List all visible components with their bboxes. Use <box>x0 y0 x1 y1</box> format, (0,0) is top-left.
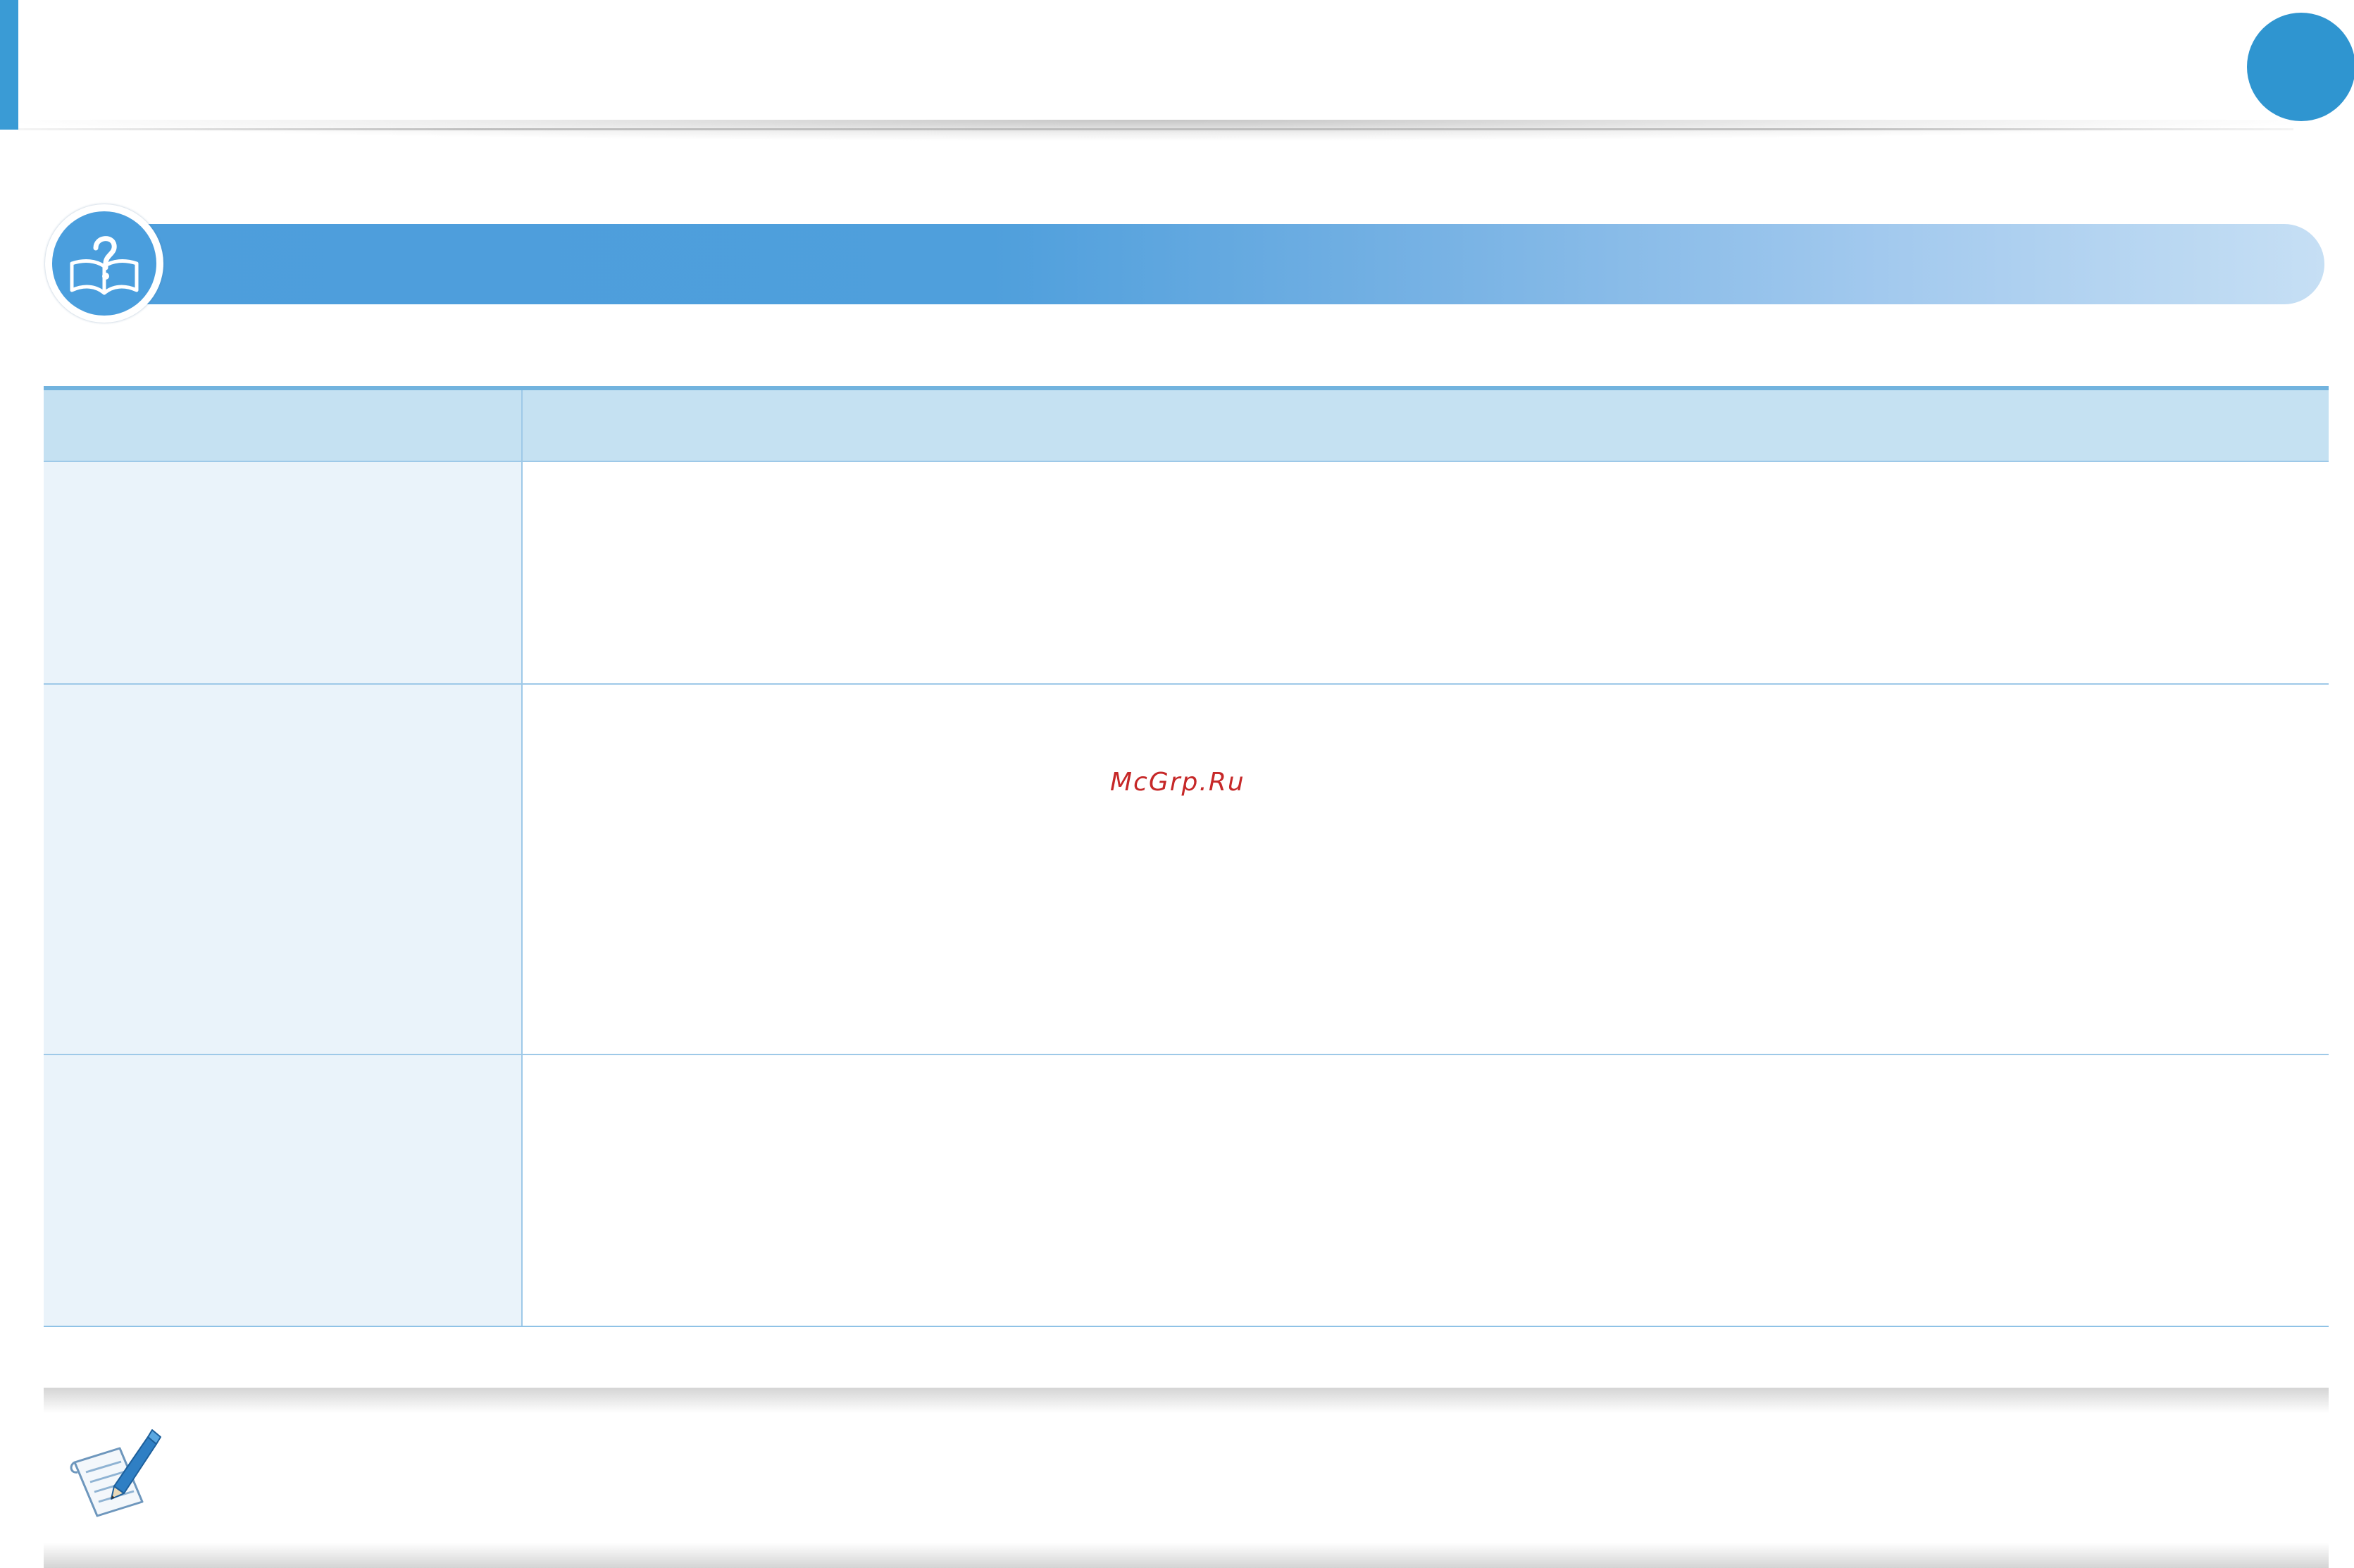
table-header-col-2 <box>523 390 2329 461</box>
section-banner <box>106 224 2324 304</box>
note-top-shadow <box>44 1388 2329 1413</box>
header-divider <box>18 128 2293 130</box>
table-row <box>44 685 2329 1055</box>
table-row <box>44 462 2329 685</box>
table-header-row <box>44 390 2329 462</box>
table-row-content <box>523 685 2329 1054</box>
help-book-icon <box>45 204 163 323</box>
page-marker-circle <box>2247 13 2354 121</box>
left-accent-bar <box>0 0 18 130</box>
note-bottom-shadow <box>44 1543 2329 1568</box>
table-row-label <box>44 685 523 1054</box>
table-row <box>44 1055 2329 1326</box>
note-pencil-icon <box>70 1429 161 1517</box>
note-box <box>44 1388 2329 1568</box>
help-book-glyph <box>70 236 139 295</box>
info-table <box>44 386 2329 1327</box>
table-row-label <box>44 1055 523 1326</box>
table-header-col-1 <box>44 390 523 461</box>
header-shadow <box>14 120 2303 141</box>
table-row-label <box>44 462 523 683</box>
watermark-text: McGrp.Ru <box>1110 768 1245 797</box>
table-row-content <box>523 1055 2329 1326</box>
table-row-content <box>523 462 2329 683</box>
